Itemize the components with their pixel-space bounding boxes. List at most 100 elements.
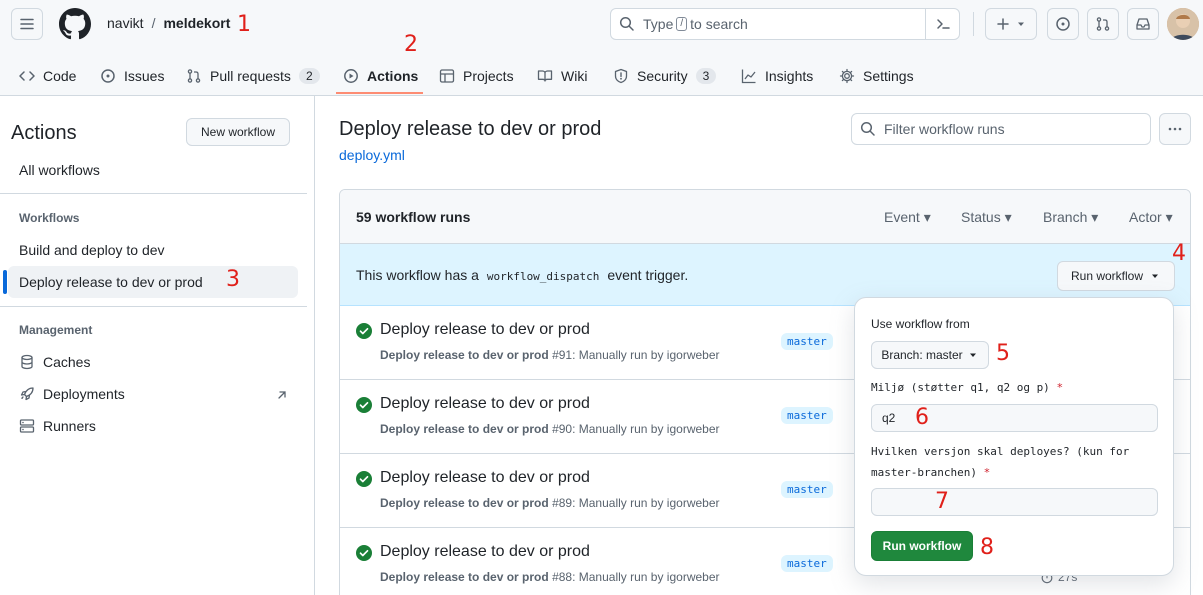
triangle-down-icon: ▾ (1091, 209, 1099, 225)
gear-icon (839, 68, 855, 84)
terminal-icon (936, 19, 950, 29)
status-filter[interactable]: Status ▾ (961, 209, 1012, 226)
search-placeholder-suffix: to search (690, 16, 748, 32)
github-logo-icon[interactable] (59, 8, 91, 40)
version-label-line-1: Hvilken versjon skal deployes? (kun for (871, 445, 1130, 458)
run-title-link[interactable]: Deploy release to dev or prod (380, 469, 590, 487)
event-filter[interactable]: Event ▾ (884, 209, 931, 226)
tab-label: Security (637, 68, 688, 84)
annotation-4: 4 (1172, 241, 1186, 266)
workflow-file-link[interactable]: deploy.yml (339, 147, 405, 163)
header-divider (973, 12, 974, 36)
more-options-button[interactable] (1159, 113, 1191, 145)
version-input-label: Hvilken versjon skal deployes? (kun for … (871, 441, 1129, 483)
version-input[interactable] (871, 488, 1158, 516)
arrow-up-right-icon (278, 391, 286, 399)
tab-insights[interactable]: Insights (741, 56, 813, 96)
run-workflow-popover: Use workflow from Branch: master 5 Miljø… (854, 297, 1174, 576)
annotation-6: 6 (915, 405, 929, 430)
env-label-text: Miljø (støtter q1, q2 og p) (871, 381, 1050, 394)
branch-filter[interactable]: Branch ▾ (1043, 209, 1098, 226)
tab-settings[interactable]: Settings (839, 56, 914, 96)
branch-filter-label: Branch (1043, 209, 1088, 225)
branch-label[interactable]: master (781, 555, 833, 572)
create-new-button[interactable] (985, 8, 1037, 40)
run-workflow-submit-button[interactable]: Run workflow (871, 531, 973, 561)
pull-requests-button[interactable] (1087, 8, 1119, 40)
hamburger-icon (20, 18, 34, 30)
tab-actions[interactable]: Actions (343, 56, 418, 96)
triangle-down-icon: ▾ (1004, 209, 1012, 225)
check-circle-icon (356, 545, 372, 561)
annotation-5: 5 (996, 341, 1010, 366)
repo-name-link[interactable]: meldekort (163, 15, 230, 31)
code-icon (19, 71, 35, 81)
run-title-link[interactable]: Deploy release to dev or prod (380, 321, 590, 339)
tab-security[interactable]: Security 3 (613, 56, 717, 96)
dispatch-text-pre: This workflow has a (356, 267, 479, 283)
new-workflow-button[interactable]: New workflow (186, 118, 290, 146)
tab-label: Insights (765, 68, 814, 84)
dispatch-text: This workflow has a workflow_dispatch ev… (356, 267, 688, 283)
inbox-icon (1136, 18, 1150, 30)
run-workflow-name: Deploy release to dev or prod (380, 570, 549, 584)
sidebar-divider (0, 306, 307, 307)
run-trigger: : Manually run by igorweber (572, 570, 720, 584)
required-mark: * (983, 466, 991, 479)
tab-wiki[interactable]: Wiki (537, 56, 587, 96)
sidebar-item-deploy-release[interactable]: Deploy release to dev or prod (19, 274, 203, 290)
sidebar-active-bar (3, 270, 7, 294)
run-title-link[interactable]: Deploy release to dev or prod (380, 543, 590, 561)
filter-runs-input[interactable]: Filter workflow runs (851, 113, 1151, 145)
status-filter-label: Status (961, 209, 1001, 225)
search-input[interactable]: Type / to search (610, 8, 960, 40)
run-title-link[interactable]: Deploy release to dev or prod (380, 395, 590, 413)
plus-icon (997, 18, 1009, 30)
repo-owner-link[interactable]: navikt (107, 15, 144, 31)
tab-label: Projects (463, 68, 514, 84)
sidebar-item-all-workflows[interactable]: All workflows (19, 162, 100, 178)
triangle-down-icon (969, 353, 976, 357)
menu-button[interactable] (11, 8, 43, 40)
issue-icon (1056, 17, 1070, 31)
actor-filter[interactable]: Actor ▾ (1129, 209, 1173, 226)
annotation-8: 8 (980, 535, 994, 560)
version-label-line-2: master-branchen) (871, 466, 977, 479)
run-workflow-label: Run workflow (1070, 269, 1144, 283)
event-filter-label: Event (884, 209, 920, 225)
sidebar-item-caches[interactable]: Caches (19, 354, 90, 370)
sidebar-item-build-and-deploy[interactable]: Build and deploy to dev (19, 242, 165, 258)
run-meta: Deploy release to dev or prod #90: Manua… (380, 422, 720, 436)
graph-icon (741, 69, 756, 84)
run-workflow-dropdown-button[interactable]: Run workflow (1057, 261, 1175, 291)
actor-filter-label: Actor (1129, 209, 1162, 225)
search-icon (619, 16, 634, 31)
issues-button[interactable] (1047, 8, 1079, 40)
user-avatar[interactable] (1167, 8, 1199, 40)
tab-code[interactable]: Code (19, 56, 76, 96)
tab-count-badge: 2 (298, 68, 320, 84)
branch-label[interactable]: master (781, 407, 833, 424)
run-number: #88 (552, 570, 573, 584)
check-circle-icon (356, 471, 372, 487)
tab-projects[interactable]: Projects (439, 56, 514, 96)
inbox-button[interactable] (1127, 8, 1159, 40)
sidebar-item-label: Runners (43, 418, 96, 434)
actions-sidebar: Actions New workflow All workflows Workf… (0, 96, 315, 595)
run-workflow-name: Deploy release to dev or prod (380, 422, 549, 436)
runs-header: 59 workflow runs Event ▾ Status ▾ Branch… (340, 190, 1190, 244)
tab-pull-requests[interactable]: Pull requests 2 (186, 56, 320, 96)
book-icon (537, 70, 553, 82)
branch-label[interactable]: master (781, 333, 833, 350)
branch-select-button[interactable]: Branch: master (871, 341, 989, 369)
sidebar-item-label: Caches (43, 354, 91, 370)
annotation-2: 2 (404, 32, 418, 57)
sidebar-item-label: Deployments (43, 386, 125, 402)
branch-label[interactable]: master (781, 481, 833, 498)
run-trigger: : Manually run by igorweber (572, 348, 720, 362)
command-palette-button[interactable] (925, 9, 959, 39)
tab-issues[interactable]: Issues (100, 56, 164, 96)
table-icon (439, 69, 455, 83)
sidebar-item-runners[interactable]: Runners (19, 418, 96, 434)
sidebar-item-deployments[interactable]: Deployments (19, 386, 125, 402)
